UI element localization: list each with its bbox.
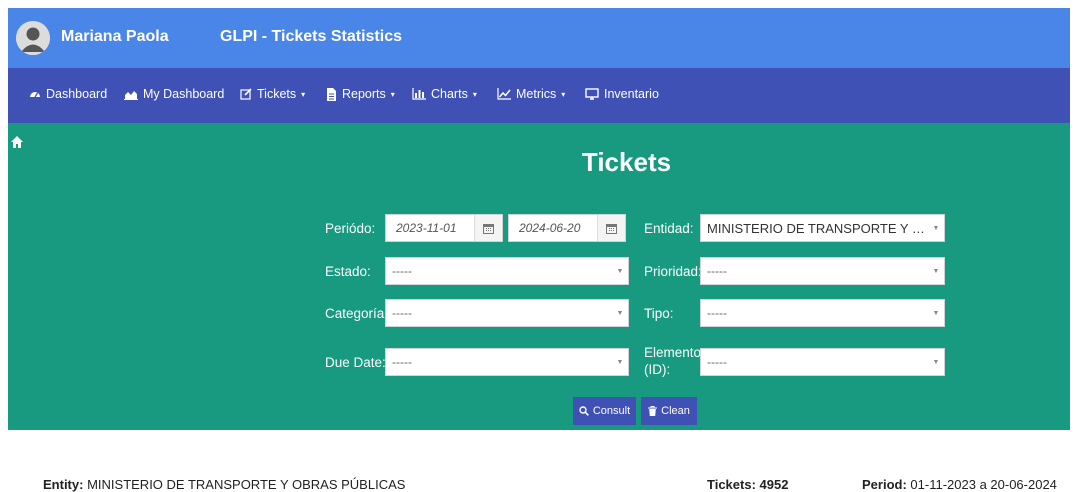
clean-label: Clean: [661, 405, 690, 417]
entidad-value: MINISTERIO DE TRANSPORTE Y OB...: [707, 220, 928, 236]
page-title: Tickets: [581, 147, 672, 177]
tipo-label: Tipo:: [644, 306, 674, 321]
user-avatar-icon[interactable]: [16, 21, 50, 55]
period-summary: Period: 01-11-2023 a 20-06-2024: [862, 477, 1057, 492]
estado-label: Estado:: [325, 264, 371, 279]
due-date-value: -----: [392, 355, 412, 369]
categoria-label: Categoría:: [325, 306, 389, 321]
nav-metrics[interactable]: Metrics ▾: [497, 87, 565, 101]
nav-my-dashboard-label: My Dashboard: [143, 87, 225, 101]
tickets-summary: Tickets: 4952: [707, 477, 788, 492]
chevron-down-icon: ▾: [472, 89, 477, 99]
chevron-down-icon: ▼: [932, 224, 940, 232]
chevron-down-icon: ▼: [932, 267, 940, 275]
app-title: GLPI - Tickets Statistics: [220, 28, 402, 45]
calendar-icon[interactable]: [597, 215, 625, 241]
consult-button[interactable]: Consult: [573, 397, 636, 425]
estado-select[interactable]: ----- ▼: [385, 257, 629, 285]
consult-label: Consult: [592, 405, 631, 417]
chevron-down-icon: ▾: [561, 89, 566, 99]
date-to-input[interactable]: 2024-06-20: [508, 214, 626, 242]
due-date-select[interactable]: ----- ▼: [385, 348, 629, 376]
search-icon: [579, 406, 589, 416]
elemento-label-line2: (ID):: [644, 362, 671, 377]
chevron-down-icon: ▾: [301, 89, 306, 99]
file-icon: [327, 87, 336, 101]
dashboard-icon: [30, 92, 40, 98]
tipo-value: -----: [707, 306, 727, 320]
entity-summary: Entity: MINISTERIO DE TRANSPORTE Y OBRAS…: [43, 477, 405, 492]
calendar-icon[interactable]: [474, 215, 502, 241]
bar-chart-icon: [412, 88, 426, 100]
tickets-label: Tickets:: [707, 477, 756, 492]
clean-button[interactable]: Clean: [641, 397, 697, 425]
chevron-down-icon: ▼: [616, 358, 624, 366]
prioridad-value: -----: [707, 264, 727, 278]
tipo-select[interactable]: ----- ▼: [700, 299, 945, 327]
nav-tickets-label: Tickets: [257, 87, 297, 101]
period-label: Period:: [862, 477, 907, 492]
entity-value: MINISTERIO DE TRANSPORTE Y OBRAS PÚBLICA…: [87, 477, 406, 492]
elemento-label: Elemento (ID):: [644, 344, 701, 378]
nav-inventario-label: Inventario: [604, 87, 659, 101]
chevron-down-icon: ▼: [932, 309, 940, 317]
date-to-value: 2024-06-20: [519, 221, 581, 235]
filter-panel: Tickets Periódo: 2023-11-01 2024-06-20 E…: [8, 123, 1070, 430]
entidad-label: Entidad:: [644, 221, 694, 236]
edit-icon: [240, 88, 252, 100]
nav-metrics-label: Metrics: [516, 87, 557, 101]
trash-icon: [648, 406, 658, 416]
estado-value: -----: [392, 264, 412, 278]
due-date-label: Due Date:: [325, 355, 386, 370]
date-from-input[interactable]: 2023-11-01: [385, 214, 503, 242]
categoria-select[interactable]: ----- ▼: [385, 299, 629, 327]
tickets-count: 4952: [759, 477, 789, 492]
date-from-value: 2023-11-01: [396, 221, 457, 235]
nav-reports[interactable]: Reports ▾: [326, 87, 395, 101]
chevron-down-icon: ▾: [390, 89, 395, 99]
chevron-down-icon: ▼: [616, 267, 624, 275]
chevron-down-icon: ▼: [616, 309, 624, 317]
nav-inventario[interactable]: Inventario: [585, 87, 659, 101]
periodo-label: Periódo:: [325, 221, 376, 236]
entity-label: Entity:: [43, 477, 84, 492]
nav-charts-label: Charts: [431, 87, 468, 101]
nav-dashboard[interactable]: Dashboard: [29, 87, 107, 101]
line-chart-icon: [497, 88, 511, 100]
nav-my-dashboard[interactable]: My Dashboard: [124, 87, 224, 101]
chevron-down-icon: ▼: [932, 358, 940, 366]
period-value: 01-11-2023 a 20-06-2024: [910, 477, 1057, 492]
nav-tickets[interactable]: Tickets ▾: [240, 87, 305, 101]
app-header: Mariana Paola GLPI - Tickets Statistics: [8, 8, 1070, 68]
elemento-label-line1: Elemento: [644, 345, 702, 360]
area-chart-icon: [124, 91, 138, 100]
categoria-value: -----: [392, 306, 412, 320]
elemento-select[interactable]: ----- ▼: [700, 348, 945, 376]
nav-charts[interactable]: Charts ▾: [412, 87, 477, 101]
main-navbar: Dashboard My Dashboard Tickets ▾ Reports…: [8, 68, 1070, 123]
prioridad-select[interactable]: ----- ▼: [700, 257, 945, 285]
user-name[interactable]: Mariana Paola: [61, 28, 169, 46]
elemento-value: -----: [707, 355, 727, 369]
prioridad-label: Prioridad:: [644, 264, 702, 279]
monitor-icon: [585, 88, 599, 100]
nav-reports-label: Reports: [342, 87, 386, 101]
nav-dashboard-label: Dashboard: [46, 87, 108, 101]
entidad-select[interactable]: MINISTERIO DE TRANSPORTE Y OB... ▼: [700, 214, 945, 242]
